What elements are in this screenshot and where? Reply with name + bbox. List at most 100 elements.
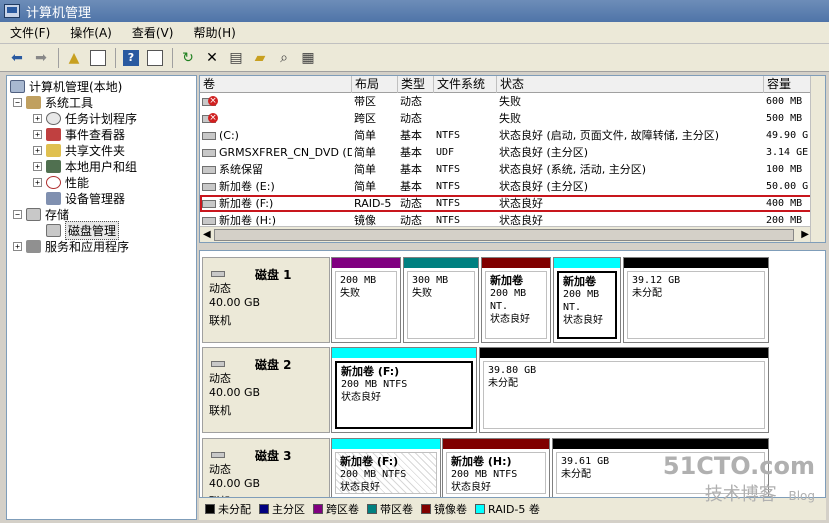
tree-item-task-scheduler[interactable]: + 任务计划程序 — [33, 110, 137, 126]
legend-item: 跨区卷 — [313, 501, 359, 517]
table-row[interactable]: 带区 动态 失败 600 MB — [200, 93, 812, 110]
cell-layout: 跨区 — [352, 110, 398, 127]
watermark-subtitle-text: 技术博客 — [704, 484, 777, 505]
expand-icon[interactable]: + — [33, 145, 42, 155]
toolbar-divider — [115, 47, 116, 68]
partition-block[interactable]: 新加卷 200 MB NT. 状态良好 — [553, 257, 621, 343]
refresh-icon[interactable]: ↻ — [177, 47, 199, 69]
tree-item-storage[interactable]: − 存储 — [13, 206, 69, 222]
menu-help[interactable]: 帮助(H) — [183, 24, 245, 41]
collapse-icon[interactable]: − — [13, 209, 22, 219]
tree-item-label: 系统工具 — [45, 95, 94, 110]
disk-label[interactable]: 磁盘 1 动态 40.00 GB 联机 — [202, 257, 330, 343]
horizontal-scrollbar[interactable]: ◀ ▶ — [200, 226, 812, 242]
partition-block[interactable]: 300 MB 失败 — [403, 257, 479, 343]
partition-status: 失败 — [412, 288, 432, 299]
column-header-volume[interactable]: 卷 — [200, 76, 352, 93]
partition-block[interactable]: 新加卷 (F:) 200 MB NTFS 状态良好 — [331, 438, 441, 497]
column-header-status[interactable]: 状态 — [497, 76, 764, 93]
cell-type-text: 动态 — [400, 112, 422, 125]
partition-block[interactable]: 新加卷 (H:) 200 MB NTFS 状态良好 — [442, 438, 550, 497]
toolbar-divider — [172, 47, 173, 68]
cell-capacity-text: 49.90 G — [766, 130, 809, 141]
up-folder-icon[interactable]: ▲ — [63, 47, 85, 69]
partition-info: 新加卷 (F:) 200 MB NTFS 状态良好 — [335, 452, 437, 494]
partition-size: 200 MB — [340, 275, 377, 286]
tree-item-shared-folders[interactable]: + 共享文件夹 — [33, 142, 125, 158]
cell-layout-text: 简单 — [354, 163, 376, 176]
scrollbar-thumb[interactable] — [214, 229, 794, 241]
properties-pane-icon[interactable] — [144, 47, 166, 69]
table-row[interactable]: 新加卷 (F:) RAID-5 动态 NTFS 状态良好 400 MB — [200, 195, 812, 212]
tree-item-performance[interactable]: + 性能 — [33, 174, 89, 190]
menu-action[interactable]: 操作(A) — [60, 24, 122, 41]
cell-type: 动态 — [398, 195, 434, 212]
expand-icon[interactable]: + — [33, 129, 42, 139]
tree-item-device-manager[interactable]: 设备管理器 — [46, 190, 125, 206]
partition-color-bar — [332, 258, 400, 268]
back-arrow-icon[interactable]: ⬅ — [6, 47, 28, 69]
open-folder-icon[interactable]: ▰ — [249, 47, 271, 69]
scroll-left-icon[interactable]: ◀ — [203, 229, 211, 240]
partition-info: 200 MB 失败 — [335, 271, 397, 339]
column-header-filesystem[interactable]: 文件系统 — [434, 76, 497, 93]
cell-layout: 简单 — [352, 144, 398, 161]
partition-block[interactable]: 200 MB 失败 — [331, 257, 401, 343]
vertical-scrollbar[interactable] — [810, 76, 825, 242]
disk-name: 磁盘 3 — [255, 449, 292, 463]
scroll-right-icon[interactable]: ▶ — [801, 229, 809, 240]
table-row[interactable]: (C:) 简单 基本 NTFS 状态良好 (启动, 页面文件, 故障转储, 主分区) 49… — [200, 127, 812, 144]
cell-layout: 简单 — [352, 127, 398, 144]
disk-name: 磁盘 1 — [255, 268, 292, 282]
cell-type: 基本 — [398, 161, 434, 178]
console-tree-icon[interactable] — [87, 47, 109, 69]
export-icon[interactable]: ▦ — [297, 47, 319, 69]
tree-item-computer-management[interactable]: 计算机管理(本地) — [10, 78, 122, 94]
menu-file[interactable]: 文件(F) — [0, 24, 60, 41]
column-header-type[interactable]: 类型 — [398, 76, 434, 93]
cell-layout-text: RAID-5 — [354, 197, 392, 210]
cell-volume: 系统保留 — [200, 161, 352, 178]
partition-color-bar — [624, 258, 768, 268]
cell-status: 失败 — [497, 93, 764, 110]
cell-filesystem-text: NTFS — [436, 164, 461, 175]
disk-label[interactable]: 磁盘 2 动态 40.00 GB 联机 — [202, 347, 330, 433]
table-row[interactable]: GRMSXFRER_CN_DVD (D:) 简单 基本 UDF 状态良好 (主分区) 3.… — [200, 144, 812, 161]
cell-type-text: 动态 — [400, 197, 422, 210]
column-header-layout[interactable]: 布局 — [352, 76, 398, 93]
search-icon[interactable]: ⌕ — [273, 47, 295, 69]
volume-icon — [202, 183, 216, 191]
properties-icon[interactable]: ▤ — [225, 47, 247, 69]
cell-type-text: 动态 — [400, 95, 422, 108]
expand-icon[interactable]: + — [33, 177, 42, 187]
cell-filesystem — [434, 110, 497, 127]
tree-item-label: 事件查看器 — [65, 127, 126, 142]
partition-info: 新加卷 (H:) 200 MB NTFS 状态良好 — [446, 452, 546, 494]
partition-status: 未分配 — [632, 288, 662, 299]
expand-icon[interactable]: + — [33, 113, 42, 123]
partition-status: 状态良好 — [563, 315, 603, 326]
tree-item-disk-management[interactable]: 磁盘管理 — [46, 220, 120, 240]
forward-arrow-icon[interactable]: ➡ — [30, 47, 52, 69]
tree-item-event-viewer[interactable]: + 事件查看器 — [33, 126, 125, 142]
tree-item-system-tools[interactable]: − 系统工具 — [13, 94, 93, 110]
table-row[interactable]: 新加卷 (E:) 简单 基本 NTFS 状态良好 (主分区) 50.00 G — [200, 178, 812, 195]
table-row[interactable]: 跨区 动态 失败 500 MB — [200, 110, 812, 127]
partition-block[interactable]: 新加卷 (F:) 200 MB NTFS 状态良好 — [331, 347, 477, 433]
partition-info: 新加卷 200 MB NT. 状态良好 — [557, 271, 617, 339]
partition-block[interactable]: 新加卷 200 MB NT. 状态良好 — [481, 257, 551, 343]
table-row[interactable]: 系统保留 简单 基本 NTFS 状态良好 (系统, 活动, 主分区) 100 MB — [200, 161, 812, 178]
tree-item-local-users[interactable]: + 本地用户和组 — [33, 158, 137, 174]
expand-icon[interactable]: + — [33, 161, 42, 171]
help-icon[interactable]: ? — [120, 47, 142, 69]
tree-item-services-apps[interactable]: + 服务和应用程序 — [13, 238, 129, 254]
delete-icon[interactable]: ✕ — [201, 47, 223, 69]
column-header-capacity[interactable]: 容量 — [764, 76, 812, 93]
expand-icon[interactable]: + — [13, 241, 22, 251]
partition-block[interactable]: 39.80 GB 未分配 — [479, 347, 769, 433]
legend-label: 未分配 — [218, 503, 251, 516]
collapse-icon[interactable]: − — [13, 97, 22, 107]
partition-block[interactable]: 39.12 GB 未分配 — [623, 257, 769, 343]
disk-label[interactable]: 磁盘 3动态40.00 GB联机 — [202, 438, 330, 497]
menu-view[interactable]: 查看(V) — [122, 24, 184, 41]
